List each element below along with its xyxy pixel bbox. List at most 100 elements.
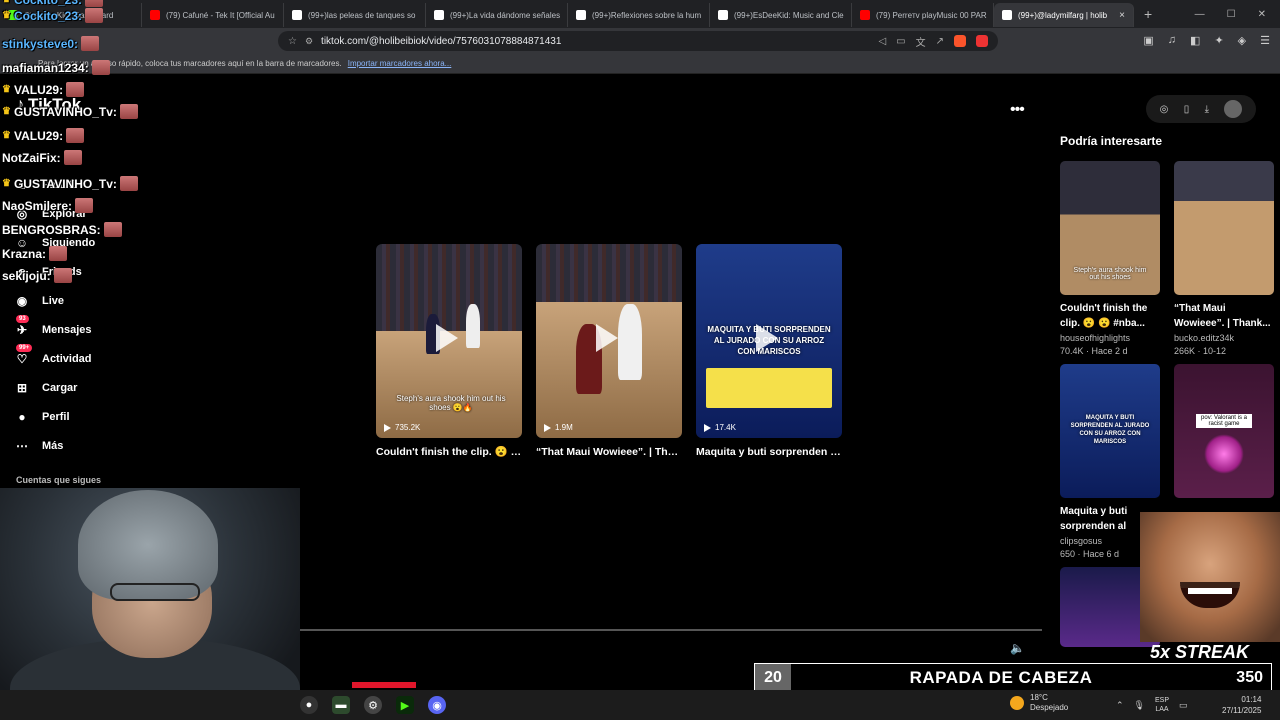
- windows-taskbar: [0, 690, 1280, 720]
- weather-desc: Despejado: [1030, 703, 1069, 712]
- minimize-icon[interactable]: —: [1195, 9, 1205, 20]
- view-count: 735.2K: [384, 423, 420, 432]
- tab-favicon-icon: [576, 10, 586, 20]
- recommended-thumbnail[interactable]: [1174, 161, 1274, 295]
- mute-icon[interactable]: ◁: [878, 36, 886, 47]
- nav-item[interactable]: ◉ Live: [14, 286, 154, 315]
- browser-tab[interactable]: (99+)las peleas de tanques so: [284, 3, 426, 27]
- nav-item[interactable]: ◎ Explorar: [14, 199, 154, 228]
- app-discord-icon[interactable]: ◉: [428, 696, 446, 714]
- video-grid: Steph's aura shook him out his shoes 😮🔥 …: [376, 244, 842, 460]
- recommended-thumbnail[interactable]: MAQUITA Y BUTI SORPRENDEN AL JURADO CON …: [1060, 364, 1160, 498]
- video-title[interactable]: “That Maui Wowieee”. | Thank you for 49k…: [536, 444, 682, 460]
- close-window-icon[interactable]: ✕: [1258, 9, 1266, 20]
- play-icon[interactable]: [436, 324, 458, 352]
- vpn-icon[interactable]: ◈: [1238, 34, 1246, 47]
- video-thumbnail[interactable]: 1.9M: [536, 244, 682, 438]
- video-card[interactable]: Steph's aura shook him out his shoes 😮🔥 …: [376, 244, 522, 460]
- weather-widget[interactable]: 18°C Despejado: [1010, 693, 1068, 713]
- import-bookmarks-link[interactable]: Importar marcadores ahora...: [348, 59, 452, 68]
- nav-item[interactable]: ● Perfil: [14, 402, 154, 431]
- nav-item[interactable]: ✈ 93 Mensajes: [14, 314, 154, 344]
- court-bg: [536, 302, 682, 438]
- video-progress-bar[interactable]: [262, 629, 1042, 631]
- browser-tab[interactable]: (99+)@ladymilfarg | holib ×: [994, 3, 1134, 27]
- player-figure: [466, 304, 480, 348]
- url-text[interactable]: tiktok.com/@holibeibiok/video/7576031078…: [321, 36, 561, 47]
- app-terminal-icon[interactable]: ▬: [332, 696, 350, 714]
- browser-tab[interactable]: (99+)EsDeeKid: Music and Cle: [710, 3, 852, 27]
- tiktok-logo[interactable]: ♪ TikTok: [16, 95, 81, 115]
- tab-favicon-icon: [8, 10, 18, 20]
- browser-tab[interactable]: (79) Cafuné - Tek It [Official Au: [142, 3, 284, 27]
- brave-shield-icon[interactable]: [954, 35, 966, 47]
- download-icon[interactable]: ⤓: [1205, 104, 1209, 115]
- recommended-title-text[interactable]: “That Maui Wowieee”. | Thank...: [1174, 301, 1274, 331]
- browser-tab[interactable]: (99+)La vida dándome señales: [426, 3, 568, 27]
- nav-item[interactable]: ☺ Siguiendo: [14, 228, 154, 257]
- app-obs-icon[interactable]: ●: [300, 696, 318, 714]
- browser-tab[interactable]: (79) Perreтv playMusic 00 PAR: [852, 3, 994, 27]
- tray-expand-icon[interactable]: ⌃: [1116, 700, 1124, 711]
- nav-item[interactable]: ⌂ Para ti: [14, 170, 154, 199]
- app-kick-icon[interactable]: ▶: [396, 696, 414, 714]
- recommended-author[interactable]: bucko.editz34k: [1174, 333, 1274, 343]
- recommended-thumbnail[interactable]: pov: Valorant is a racist game: [1174, 364, 1274, 498]
- new-tab-button[interactable]: +: [1134, 6, 1162, 22]
- tab-label: (79) Perreтv playMusic 00 PAR: [876, 10, 987, 20]
- recommended-card[interactable]: Steph's aura shook him out his shoes Cou…: [1060, 161, 1160, 356]
- nav-label: Para ti: [42, 178, 76, 191]
- recommended-author[interactable]: houseofhighlights: [1060, 333, 1160, 343]
- translate-icon[interactable]: 文: [916, 34, 926, 49]
- nav-item[interactable]: ☻ Friends: [14, 257, 154, 286]
- video-title[interactable]: Maquita y buti sorprenden al jurado con …: [696, 444, 842, 460]
- media-icon[interactable]: ♫: [1168, 34, 1176, 47]
- play-icon[interactable]: [756, 324, 778, 352]
- rewards-icon[interactable]: [976, 35, 988, 47]
- coin-icon[interactable]: ◎: [1160, 104, 1169, 115]
- network-icon[interactable]: ▭: [1179, 700, 1188, 711]
- activity-icon: ♡ 99+: [14, 343, 33, 366]
- wallet-icon[interactable]: ▣: [1143, 34, 1153, 47]
- play-small-icon: [704, 423, 711, 432]
- extensions-icon[interactable]: ✦: [1214, 34, 1223, 47]
- sidebar-icon[interactable]: ◧: [1190, 34, 1200, 47]
- tab-favicon-icon: [292, 10, 302, 20]
- menu-icon[interactable]: ☰: [1260, 34, 1270, 47]
- browser-tab[interactable]: Stream - Kick Dashboard: [0, 3, 142, 27]
- video-card[interactable]: MAQUITA Y BUTI SORPRENDEN AL JURADO CON …: [696, 244, 842, 460]
- tab-label: (79) Cafuné - Tek It [Official Au: [166, 10, 275, 20]
- url-bar[interactable]: ☆ ⚙ tiktok.com/@holibeibiok/video/757603…: [278, 31, 998, 51]
- site-info-icon[interactable]: ⚙: [305, 36, 313, 47]
- language-indicator[interactable]: ESP LAA: [1155, 696, 1169, 714]
- video-card[interactable]: 1.9M “That Maui Wowieee”. | Thank you fo…: [536, 244, 682, 460]
- nav-label: Actividad: [42, 352, 92, 365]
- cast-icon[interactable]: ▭: [896, 36, 905, 47]
- taskbar-clock[interactable]: 01:14 27/11/2025: [1222, 694, 1261, 716]
- nav-item[interactable]: ⋯ Más: [14, 431, 154, 460]
- video-thumbnail[interactable]: Steph's aura shook him out his shoes 😮🔥 …: [376, 244, 522, 438]
- volume-icon[interactable]: 🔈: [1010, 641, 1025, 655]
- tab-close-icon[interactable]: ×: [1119, 10, 1125, 21]
- recommended-stats: 266K · 10-12: [1174, 346, 1227, 356]
- device-icon[interactable]: ▯: [1184, 104, 1190, 115]
- play-icon[interactable]: [596, 324, 618, 352]
- recommended-title-text[interactable]: Couldn't finish the clip. 😮 😮 #nba...: [1060, 301, 1160, 331]
- video-title[interactable]: Couldn't finish the clip. 😮 #nba #basket…: [376, 444, 522, 460]
- browser-tab[interactable]: (99+)Reflexiones sobre la hum: [568, 3, 710, 27]
- maximize-icon[interactable]: ☐: [1227, 9, 1236, 20]
- nav-item[interactable]: ♡ 99+ Actividad: [14, 343, 154, 373]
- recommended-card[interactable]: “That Maui Wowieee”. | Thank... bucko.ed…: [1174, 161, 1274, 356]
- mic-icon[interactable]: 🎙: [1134, 700, 1145, 711]
- recommended-thumbnail[interactable]: Steph's aura shook him out his shoes: [1060, 161, 1160, 295]
- reaction-meme-image: [1140, 512, 1280, 642]
- app-steam-icon[interactable]: ⚙: [364, 696, 382, 714]
- share-icon[interactable]: ↗: [936, 36, 944, 47]
- nav-item[interactable]: ⊞ Cargar: [14, 373, 154, 402]
- video-thumbnail[interactable]: MAQUITA Y BUTI SORPRENDEN AL JURADO CON …: [696, 244, 842, 438]
- address-bar-row: ☆ ⚙ tiktok.com/@holibeibiok/video/757603…: [0, 28, 1280, 54]
- bookmark-star-icon[interactable]: ☆: [288, 36, 297, 47]
- more-options-icon[interactable]: •••: [1010, 101, 1025, 119]
- tab-label: (99+)@ladymilfarg | holib: [1018, 10, 1108, 20]
- profile-avatar[interactable]: [1224, 100, 1243, 118]
